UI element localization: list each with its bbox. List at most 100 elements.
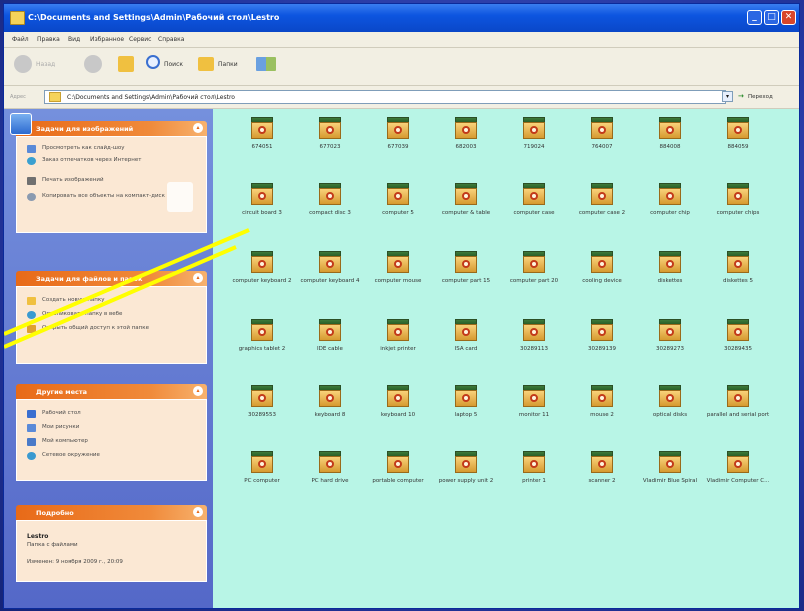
file-item[interactable]: computer mouse xyxy=(359,251,429,313)
minimize-button[interactable]: _ xyxy=(747,10,762,25)
file-item[interactable]: computer chip xyxy=(631,183,701,245)
image-file-icon xyxy=(659,385,681,407)
file-item[interactable]: 884008 xyxy=(631,117,701,179)
place-label: Мой компьютер xyxy=(42,438,88,444)
file-item[interactable]: PC hard drive xyxy=(291,451,361,513)
image-file-icon xyxy=(251,117,273,139)
menu-favorites[interactable]: Избранное xyxy=(90,36,124,43)
back-label[interactable]: Назад xyxy=(36,61,55,68)
folders-icon[interactable] xyxy=(198,57,214,71)
file-item[interactable]: mouse 2 xyxy=(563,385,633,447)
file-item[interactable]: diskettes 5 xyxy=(699,251,769,313)
task-label: Просмотреть как слайд-шоу xyxy=(42,145,125,151)
file-name: computer & table xyxy=(441,210,491,216)
file-item[interactable]: PC computer xyxy=(223,451,293,513)
other-places-header[interactable]: Другие места ▴ xyxy=(16,384,207,399)
file-item[interactable]: 764007 xyxy=(563,117,633,179)
address-field[interactable]: C:\Documents and Settings\Admin\Рабочий … xyxy=(44,90,726,104)
folders-label[interactable]: Папки xyxy=(218,61,238,68)
view-mode-icon[interactable] xyxy=(256,57,276,71)
file-item[interactable]: keyboard 8 xyxy=(291,385,361,447)
file-name: PC hard drive xyxy=(311,478,349,484)
menu-tools[interactable]: Сервис xyxy=(129,36,151,43)
file-tasks-header[interactable]: Задачи для файлов и папок ▴ xyxy=(16,271,207,286)
file-item[interactable]: ISA card xyxy=(427,319,497,381)
file-item[interactable]: scanner 2 xyxy=(563,451,633,513)
go-button[interactable]: Переход xyxy=(748,94,773,100)
file-item[interactable]: 677023 xyxy=(291,117,361,179)
file-item[interactable]: computer case 2 xyxy=(563,183,633,245)
file-name: Vladimir Computer C... xyxy=(706,478,770,484)
menu-file[interactable]: Файл xyxy=(12,36,29,43)
maximize-button[interactable]: □ xyxy=(764,10,779,25)
file-item[interactable]: portable computer xyxy=(359,451,429,513)
file-item[interactable]: 30289139 xyxy=(563,319,633,381)
file-item[interactable]: optical disks xyxy=(631,385,701,447)
file-item[interactable]: inkjet printer xyxy=(359,319,429,381)
search-label[interactable]: Поиск xyxy=(164,61,183,68)
file-name: computer chips xyxy=(716,210,760,216)
file-name: 30289553 xyxy=(248,412,276,418)
file-item[interactable]: laptop 5 xyxy=(427,385,497,447)
file-item[interactable]: computer keyboard 2 xyxy=(223,251,293,313)
file-item[interactable]: computer part 20 xyxy=(495,251,565,313)
file-item[interactable]: computer case xyxy=(495,183,565,245)
file-item[interactable]: parallel and serial port xyxy=(699,385,769,447)
collapse-chevron-icon[interactable]: ▴ xyxy=(193,273,203,283)
file-item[interactable]: graphics tablet 2 xyxy=(223,319,293,381)
file-item[interactable]: 674051 xyxy=(223,117,293,179)
file-item[interactable]: 30289553 xyxy=(223,385,293,447)
file-item[interactable]: power supply unit 2 xyxy=(427,451,497,513)
file-item[interactable]: cooling device xyxy=(563,251,633,313)
file-item[interactable]: Vladimir Blue Spiral xyxy=(631,451,701,513)
file-item[interactable]: 884059 xyxy=(699,117,769,179)
file-item[interactable]: compact disc 3 xyxy=(291,183,361,245)
file-item[interactable]: diskettes xyxy=(631,251,701,313)
menu-help[interactable]: Справка xyxy=(158,36,184,43)
go-arrow-icon[interactable]: → xyxy=(738,92,744,100)
file-item[interactable]: IDE cable xyxy=(291,319,361,381)
file-item[interactable]: computer & table xyxy=(427,183,497,245)
file-item[interactable]: computer keyboard 4 xyxy=(291,251,361,313)
image-file-icon xyxy=(455,117,477,139)
search-icon[interactable] xyxy=(146,55,160,69)
folder-up-icon[interactable] xyxy=(118,56,134,72)
file-name: computer keyboard 2 xyxy=(232,278,292,284)
file-name: keyboard 10 xyxy=(380,412,416,418)
close-button[interactable]: ✕ xyxy=(781,10,796,25)
my-computer-icon xyxy=(27,438,36,446)
collapse-chevron-icon[interactable]: ▴ xyxy=(193,507,203,517)
file-item[interactable]: 30289113 xyxy=(495,319,565,381)
file-item[interactable]: printer 1 xyxy=(495,451,565,513)
collapse-chevron-icon[interactable]: ▴ xyxy=(193,386,203,396)
file-item[interactable]: 719024 xyxy=(495,117,565,179)
file-name: computer case xyxy=(513,210,555,216)
file-item[interactable]: keyboard 10 xyxy=(359,385,429,447)
file-list: 674051 677023 677039 682003 719024 764007 8840… xyxy=(213,109,799,608)
file-item[interactable]: computer part 15 xyxy=(427,251,497,313)
back-arrow-icon[interactable] xyxy=(14,55,32,73)
image-file-icon xyxy=(523,117,545,139)
file-item[interactable]: 677039 xyxy=(359,117,429,179)
file-item[interactable]: 682003 xyxy=(427,117,497,179)
file-name: 884008 xyxy=(659,144,681,150)
other-places-body: Рабочий стол Мои рисунки Мой компьютер С… xyxy=(16,399,207,481)
file-item[interactable]: monitor 11 xyxy=(495,385,565,447)
details-header[interactable]: Подробно ▴ xyxy=(16,505,207,520)
title-bar[interactable]: C:\Documents and Settings\Admin\Рабочий … xyxy=(4,4,799,32)
image-file-icon xyxy=(659,117,681,139)
file-item[interactable]: 30289273 xyxy=(631,319,701,381)
file-item[interactable]: computer 5 xyxy=(359,183,429,245)
file-item[interactable]: computer chips xyxy=(699,183,769,245)
file-item[interactable]: 30289435 xyxy=(699,319,769,381)
collapse-chevron-icon[interactable]: ▴ xyxy=(193,123,203,133)
image-tasks-header[interactable]: Задачи для изображений ▴ xyxy=(16,121,207,136)
file-item[interactable]: Vladimir Computer C... xyxy=(699,451,769,513)
menu-view[interactable]: Вид xyxy=(68,36,80,43)
chevron-down-icon[interactable]: ▾ xyxy=(722,91,733,102)
image-file-icon xyxy=(591,451,613,473)
forward-arrow-icon[interactable] xyxy=(84,55,102,73)
menu-edit[interactable]: Правка xyxy=(37,36,60,43)
file-item[interactable]: circuit board 3 xyxy=(223,183,293,245)
address-bar: Адрес C:\Documents and Settings\Admin\Ра… xyxy=(4,86,799,109)
